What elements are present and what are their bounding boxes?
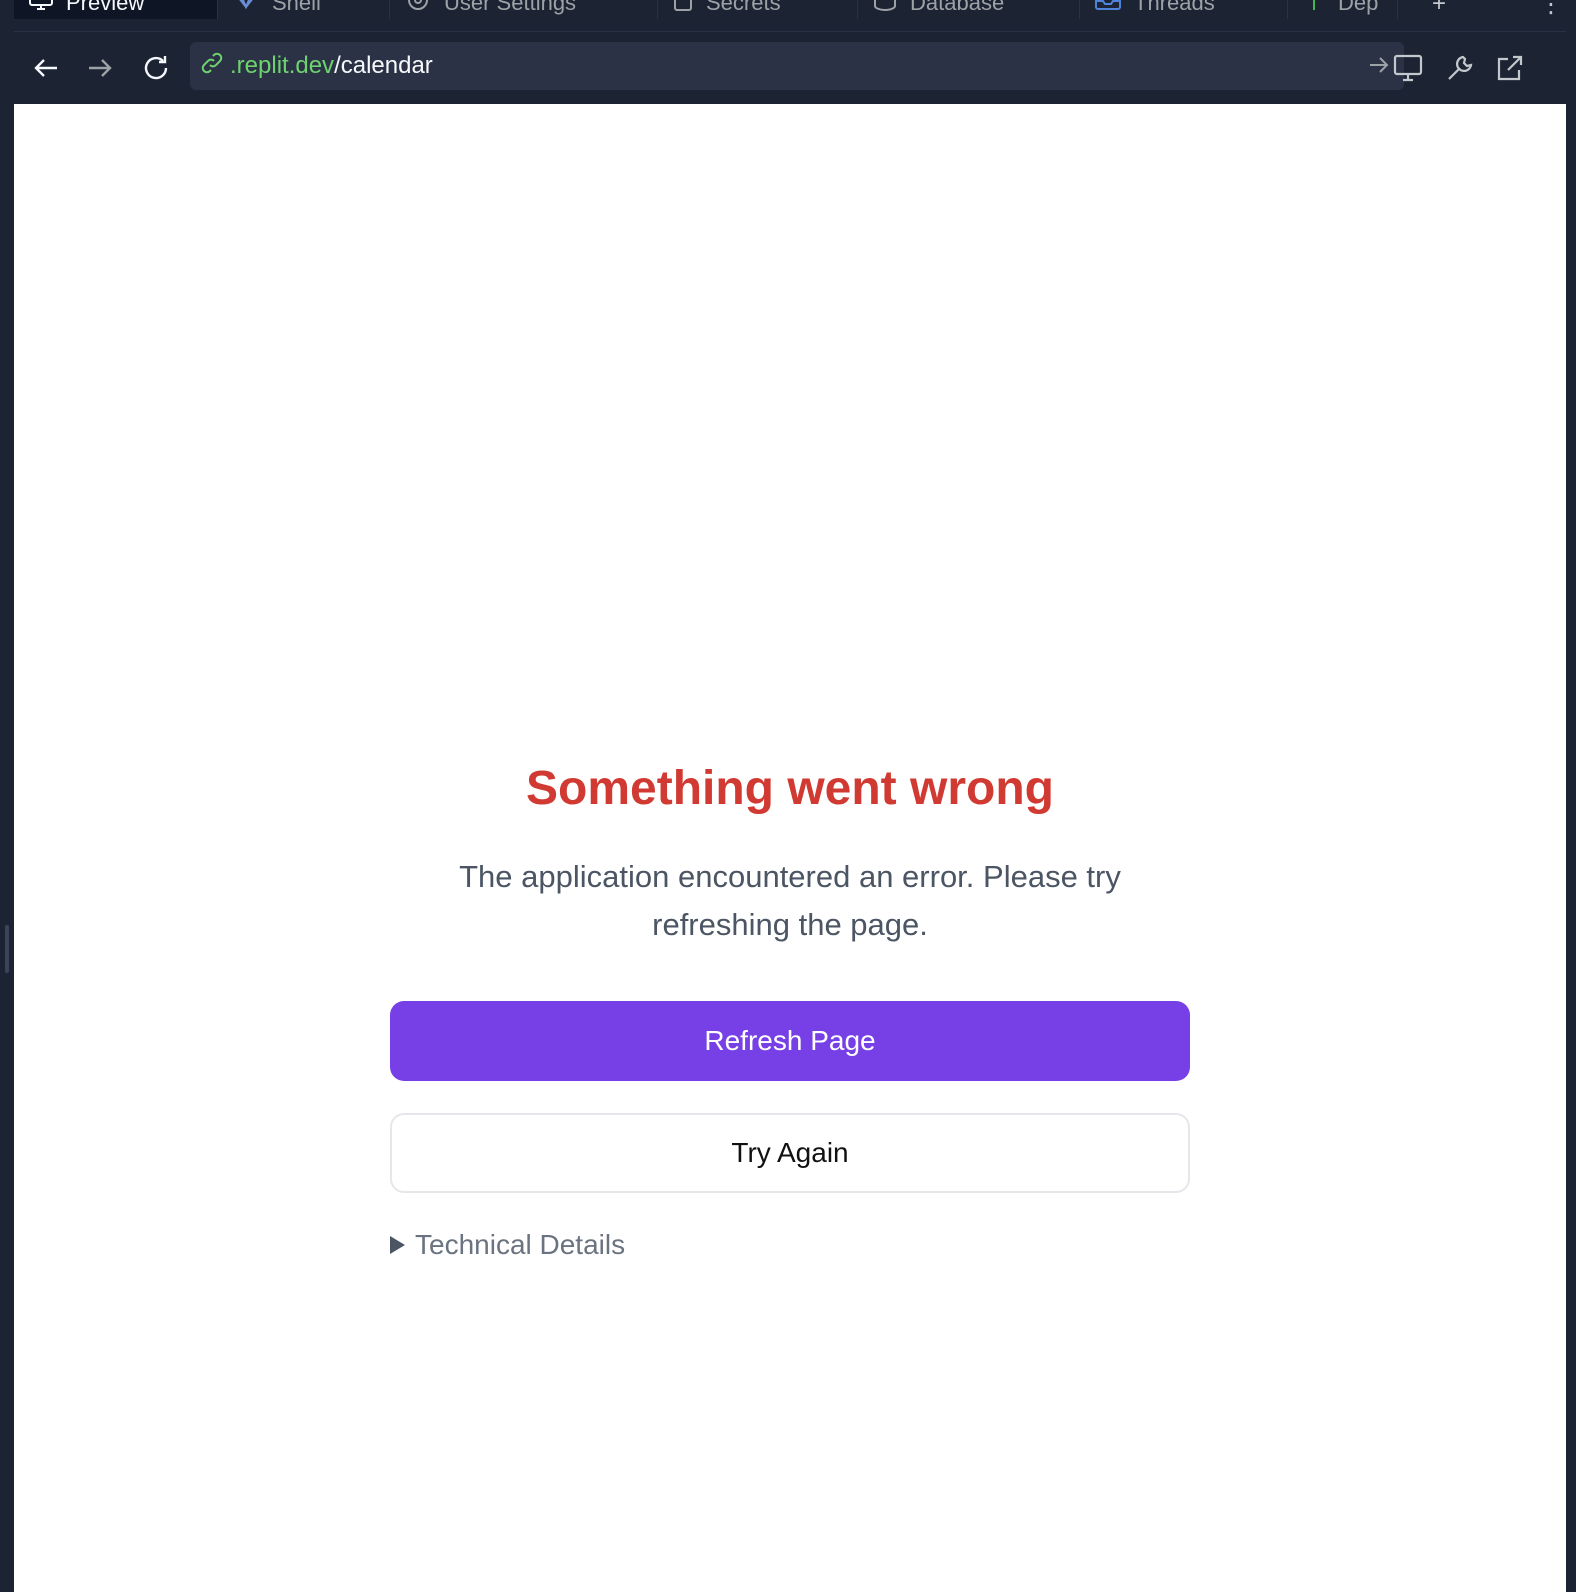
tab-label: Database [910,0,1005,15]
reload-icon[interactable] [138,50,174,86]
deploy-icon [1302,0,1326,18]
url-host: .replit.dev [230,52,335,79]
go-arrow-icon[interactable] [1368,54,1390,83]
url-bar: .replit.dev /calendar [14,32,1566,104]
tab-label: Threads [1134,0,1215,15]
tab-label: Dep [1338,0,1379,15]
tab-secrets[interactable]: Secrets [658,0,858,19]
more-options-icon[interactable]: ⋮ [1539,0,1563,19]
resize-handle[interactable] [5,925,9,973]
forward-arrow-icon[interactable] [82,50,118,86]
tab-label: Secrets [706,0,781,15]
disclosure-triangle-icon [390,1236,405,1254]
tab-label: Preview [66,0,145,15]
database-icon [872,0,898,18]
link-icon [200,51,224,82]
wrench-icon[interactable] [1442,50,1478,86]
tab-label: Shell [272,0,321,15]
tab-preview[interactable]: Preview [14,0,218,19]
lock-icon [672,0,694,18]
back-arrow-icon[interactable] [28,50,64,86]
devices-icon[interactable] [1390,50,1426,86]
inbox-icon [1094,0,1122,18]
error-message: The application encountered an error. Pl… [459,859,1121,942]
refresh-page-button[interactable]: Refresh Page [390,1001,1190,1081]
try-again-button[interactable]: Try Again [390,1113,1190,1193]
technical-details-toggle[interactable]: Technical Details [390,1229,1190,1261]
tab-user-settings[interactable]: User Settings [390,0,658,19]
gear-icon [404,0,432,18]
tab-database[interactable]: Database [858,0,1080,19]
address-field[interactable]: .replit.dev /calendar [190,42,1404,90]
tab-label: User Settings [444,0,577,15]
error-title: Something went wrong [526,762,1054,815]
add-tab-icon[interactable]: + [1432,0,1446,18]
open-external-icon[interactable] [1492,50,1528,86]
monitor-icon [28,0,54,17]
left-gutter [0,0,14,1592]
technical-details-label: Technical Details [415,1229,626,1260]
url-path: /calendar [334,52,433,79]
tab-threads[interactable]: Threads [1080,0,1288,19]
shell-icon [232,0,260,17]
tab-bar: Preview Shell User Settings Secrets Data… [14,0,1566,32]
tab-deployments[interactable]: Dep [1288,0,1398,19]
preview-viewport: Something went wrong The application enc… [14,104,1566,1592]
error-card: Something went wrong The application enc… [390,759,1190,1261]
tab-shell[interactable]: Shell [218,0,390,19]
right-gutter [1566,0,1576,1592]
